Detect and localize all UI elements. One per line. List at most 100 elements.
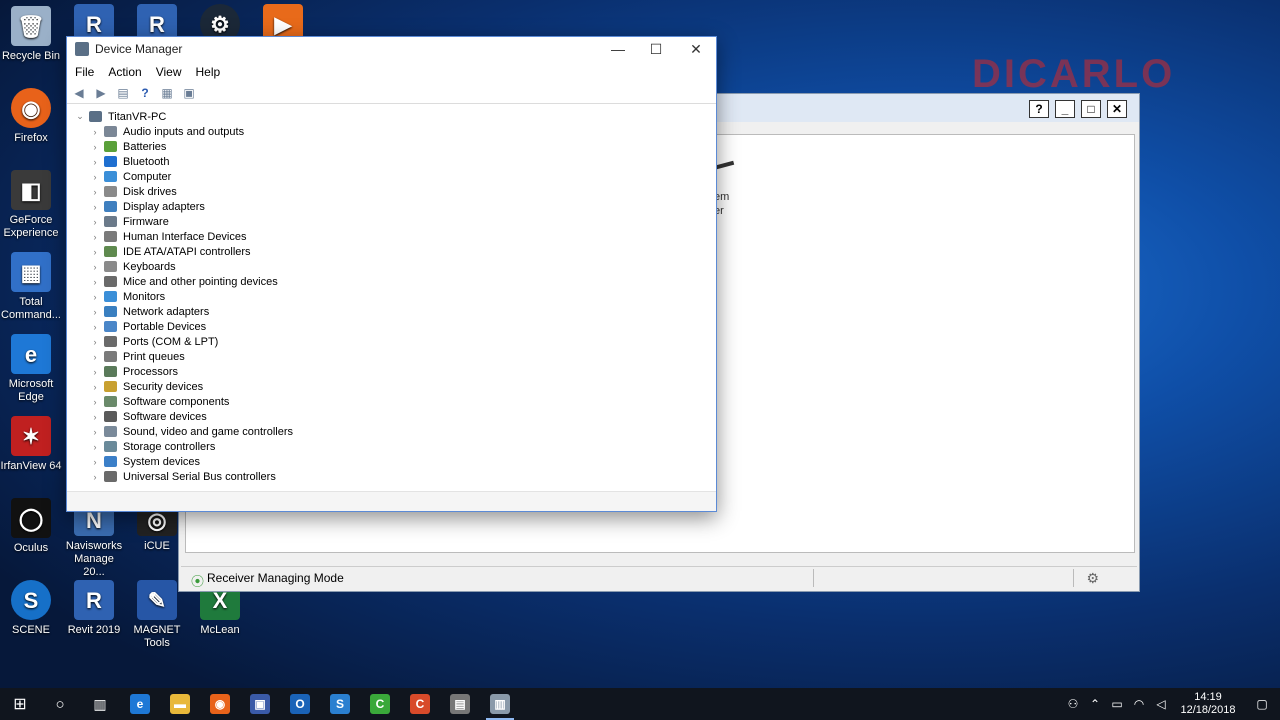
close-button[interactable]: ✕ xyxy=(1107,100,1127,118)
taskbar-app-file-explorer[interactable]: ▬ xyxy=(160,688,200,720)
tree-category-item[interactable]: › Software devices xyxy=(67,409,716,424)
minimize-button[interactable]: — xyxy=(598,37,638,61)
maximize-button[interactable]: ☐ xyxy=(636,37,676,61)
clock[interactable]: 14:19 12/18/2018 xyxy=(1172,691,1244,717)
desktop-icon-revit-2019[interactable]: R Revit 2019 xyxy=(63,580,125,637)
tree-category-item[interactable]: › Processors xyxy=(67,364,716,379)
tree-category-item[interactable]: › Display adapters xyxy=(67,199,716,214)
expand-arrow-icon[interactable]: › xyxy=(90,367,100,377)
tree-category-item[interactable]: › Keyboards xyxy=(67,259,716,274)
expand-arrow-icon[interactable]: › xyxy=(90,307,100,317)
expand-arrow-icon[interactable]: › xyxy=(90,277,100,287)
taskbar-app-scene[interactable]: S xyxy=(320,688,360,720)
expand-arrow-icon[interactable]: › xyxy=(90,337,100,347)
desktop-icon-firefox[interactable]: ◉ Firefox xyxy=(0,88,62,145)
taskbar-app-red-app[interactable]: C xyxy=(400,688,440,720)
tree-category-item[interactable]: › Print queues xyxy=(67,349,716,364)
expand-arrow-icon[interactable]: › xyxy=(90,457,100,467)
notifications-icon[interactable]: ▢ xyxy=(1244,697,1280,711)
taskbar-app-outlook[interactable]: O xyxy=(280,688,320,720)
help-icon[interactable]: ? xyxy=(137,85,153,101)
close-button[interactable]: ✕ xyxy=(676,37,716,61)
start-button[interactable]: ⊞ xyxy=(0,688,40,720)
tree-category-item[interactable]: › System devices xyxy=(67,454,716,469)
expand-arrow-icon[interactable]: › xyxy=(90,322,100,332)
expand-arrow-icon[interactable]: › xyxy=(90,412,100,422)
tree-category-item[interactable]: › Bluetooth xyxy=(67,154,716,169)
expand-arrow-icon[interactable]: › xyxy=(90,172,100,182)
desktop-icon-recycle-bin[interactable]: 🗑 Recycle Bin xyxy=(0,6,62,63)
volume-icon[interactable]: ◁ xyxy=(1150,697,1172,711)
tree-category-item[interactable]: › Storage controllers xyxy=(67,439,716,454)
people-icon[interactable]: ⚇ xyxy=(1062,697,1084,711)
menu-file[interactable]: File xyxy=(75,65,94,79)
battery-icon[interactable]: ▭ xyxy=(1106,697,1128,711)
maximize-button[interactable]: □ xyxy=(1081,100,1101,118)
expand-arrow-icon[interactable]: › xyxy=(90,202,100,212)
taskbar-app-edge[interactable]: e xyxy=(120,688,160,720)
taskbar-app-green-app[interactable]: C xyxy=(360,688,400,720)
collapse-arrow-icon[interactable]: ⌄ xyxy=(75,111,85,122)
expand-arrow-icon[interactable]: › xyxy=(90,442,100,452)
tree-category-item[interactable]: › Firmware xyxy=(67,214,716,229)
tree-category-item[interactable]: › Ports (COM & LPT) xyxy=(67,334,716,349)
cortana-button[interactable]: ○ xyxy=(40,688,80,720)
view-icon[interactable]: ▦ xyxy=(159,85,175,101)
desktop-icon-scene[interactable]: S SCENE xyxy=(0,580,62,637)
expand-arrow-icon[interactable]: › xyxy=(90,157,100,167)
forward-icon[interactable]: ▶ xyxy=(93,85,109,101)
taskbar-app-save[interactable]: ▣ xyxy=(240,688,280,720)
scan-hardware-icon[interactable]: ▣ xyxy=(181,85,197,101)
expand-arrow-icon[interactable]: › xyxy=(90,232,100,242)
tree-category-item[interactable]: › Network adapters xyxy=(67,304,716,319)
tree-category-item[interactable]: › IDE ATA/ATAPI controllers xyxy=(67,244,716,259)
expand-arrow-icon[interactable]: › xyxy=(90,472,100,482)
tree-category-item[interactable]: › Universal Serial Bus controllers xyxy=(67,469,716,484)
desktop-icon-oculus[interactable]: ◯ Oculus xyxy=(0,498,62,555)
tree-category-item[interactable]: › Computer xyxy=(67,169,716,184)
network-icon[interactable]: ◠ xyxy=(1128,697,1150,711)
desktop-icon-irfanview[interactable]: ✶ IrfanView 64 xyxy=(0,416,62,473)
tree-category-item[interactable]: › Human Interface Devices xyxy=(67,229,716,244)
menu-view[interactable]: View xyxy=(156,65,182,79)
expand-arrow-icon[interactable]: › xyxy=(90,247,100,257)
menu-action[interactable]: Action xyxy=(108,65,141,79)
settings-icon[interactable]: ⚙ xyxy=(1086,570,1099,587)
taskbar-app-tool-app[interactable]: ▤ xyxy=(440,688,480,720)
expand-arrow-icon[interactable]: › xyxy=(90,127,100,137)
expand-arrow-icon[interactable]: › xyxy=(90,217,100,227)
tree-category-item[interactable]: › Audio inputs and outputs xyxy=(67,124,716,139)
desktop-icon-edge[interactable]: e Microsoft Edge xyxy=(0,334,62,404)
tree-category-item[interactable]: › Portable Devices xyxy=(67,319,716,334)
tree-root[interactable]: ⌄ TitanVR-PC xyxy=(67,109,716,124)
minimize-button[interactable]: _ xyxy=(1055,100,1075,118)
expand-arrow-icon[interactable]: › xyxy=(90,187,100,197)
desktop-icon-navisworks[interactable]: N Navisworks Manage 20... xyxy=(63,504,125,579)
task-view-button[interactable]: ▥ xyxy=(80,688,120,720)
expand-arrow-icon[interactable]: › xyxy=(90,382,100,392)
desktop-icon-total-commander[interactable]: ▦ Total Command... xyxy=(0,252,62,322)
desktop-icon-geforce[interactable]: ◧ GeForce Experience xyxy=(0,170,62,240)
tree-category-item[interactable]: › Disk drives xyxy=(67,184,716,199)
expand-arrow-icon[interactable]: › xyxy=(90,292,100,302)
help-button[interactable]: ? xyxy=(1029,100,1049,118)
taskbar-app-firefox[interactable]: ◉ xyxy=(200,688,240,720)
tree-category-item[interactable]: › Mice and other pointing devices xyxy=(67,274,716,289)
chevron-up-icon[interactable]: ⌃ xyxy=(1084,697,1106,711)
expand-arrow-icon[interactable]: › xyxy=(90,427,100,437)
expand-arrow-icon[interactable]: › xyxy=(90,397,100,407)
tree-category-item[interactable]: › Batteries xyxy=(67,139,716,154)
tree-category-item[interactable]: › Security devices xyxy=(67,379,716,394)
taskbar-app-device-manager[interactable]: ▥ xyxy=(480,688,520,720)
tree-category-item[interactable]: › Sound, video and game controllers xyxy=(67,424,716,439)
tree-category-item[interactable]: › Software components xyxy=(67,394,716,409)
expand-arrow-icon[interactable]: › xyxy=(90,142,100,152)
device-manager-window[interactable]: Device Manager — ☐ ✕ File Action View He… xyxy=(66,36,717,512)
back-icon[interactable]: ◀ xyxy=(71,85,87,101)
expand-arrow-icon[interactable]: › xyxy=(90,352,100,362)
device-manager-titlebar[interactable]: Device Manager — ☐ ✕ xyxy=(67,37,716,61)
tree-category-item[interactable]: › Monitors xyxy=(67,289,716,304)
menu-help[interactable]: Help xyxy=(196,65,221,79)
expand-arrow-icon[interactable]: › xyxy=(90,262,100,272)
properties-icon[interactable]: ▤ xyxy=(115,85,131,101)
